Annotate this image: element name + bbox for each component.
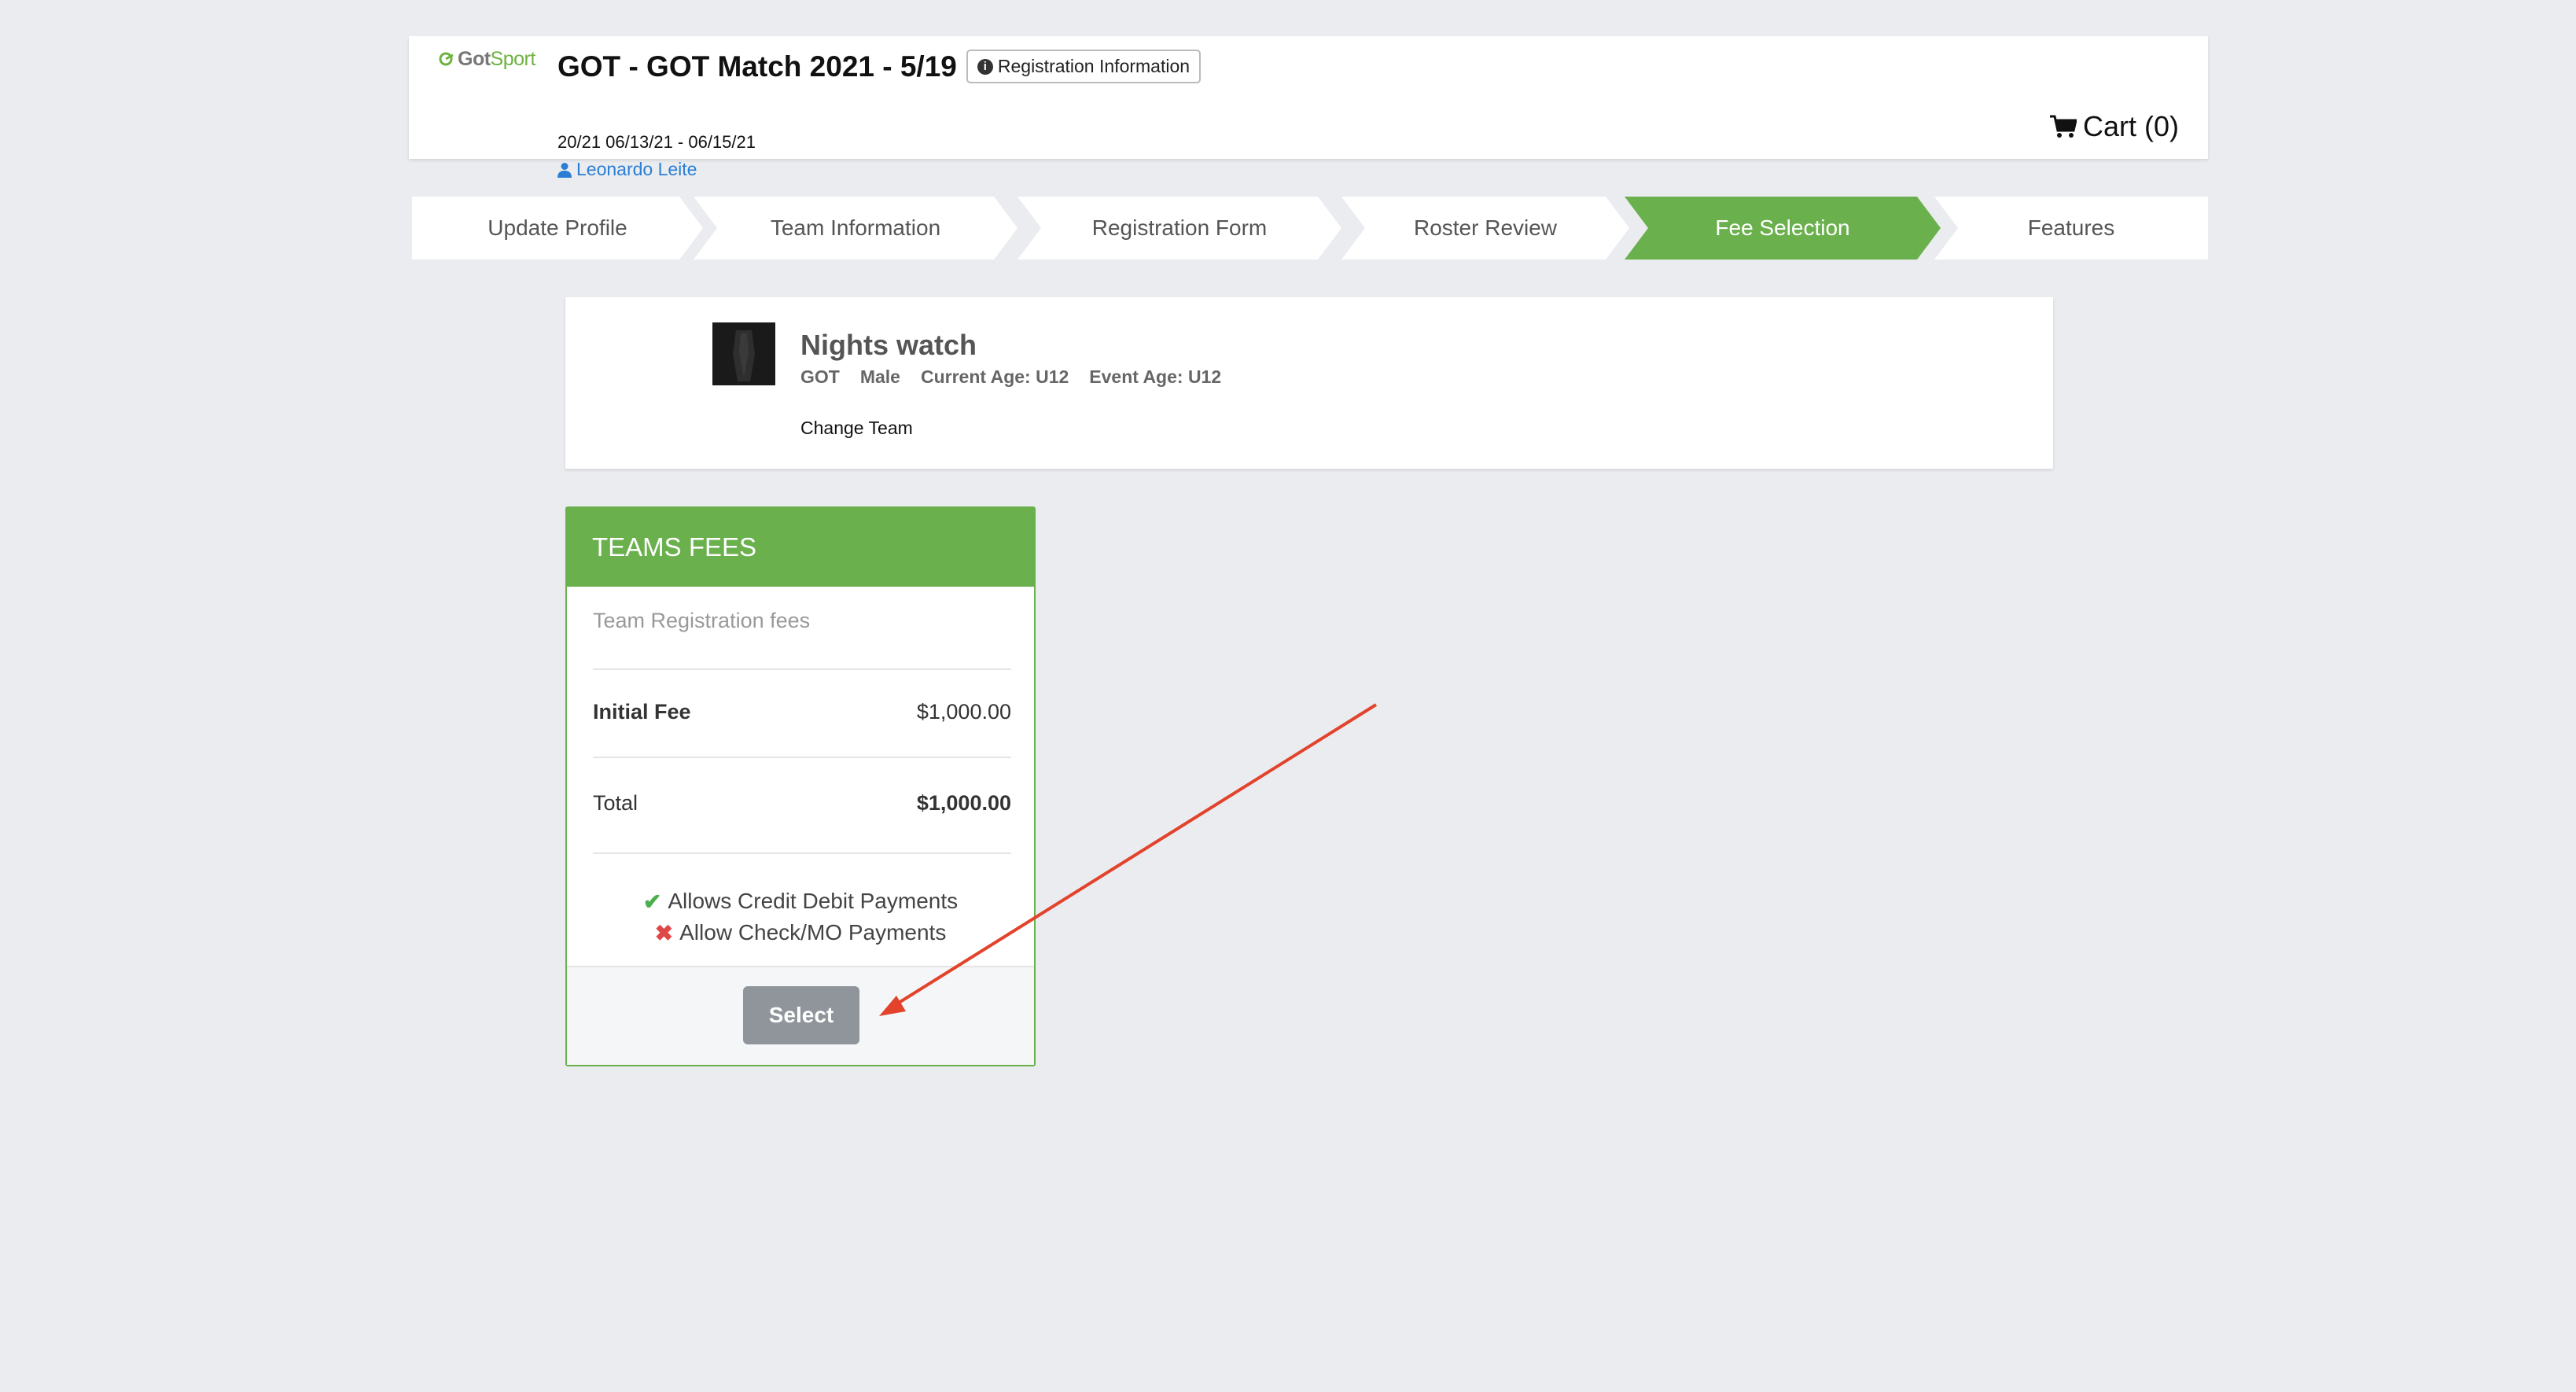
step-label: Roster Review	[1413, 215, 1558, 240]
step-label: Features	[2027, 215, 2115, 240]
checkmark-icon: ✔	[642, 889, 662, 914]
teams-fees-card: TEAMS FEES Team Registration fees Initia…	[565, 506, 1036, 1066]
fees-card-header: TEAMS FEES	[567, 508, 1034, 587]
step-label: Update Profile	[488, 215, 627, 240]
step-registration-form[interactable]: Registration Form	[1018, 197, 1341, 260]
divider	[593, 853, 1011, 854]
team-club: GOT	[800, 366, 840, 387]
step-roster-review[interactable]: Roster Review	[1341, 197, 1629, 260]
step-label: Team Information	[770, 215, 941, 240]
payment-methods: ✔ Allows Credit Debit Payments ✖ Allow C…	[567, 886, 1034, 948]
select-button[interactable]: Select	[743, 986, 859, 1044]
team-event-age: Event Age: U12	[1089, 366, 1222, 387]
team-meta: GOT Male Current Age: U12 Event Age: U12	[800, 366, 1221, 388]
initial-fee-value: $1,000.00	[916, 700, 1011, 724]
event-title: GOT - GOT Match 2021 - 5/19	[558, 50, 957, 83]
user-link[interactable]: Leonardo Leite	[558, 159, 697, 180]
step-label: Registration Form	[1091, 215, 1268, 240]
check-mo-payment-line: ✖ Allow Check/MO Payments	[567, 917, 1034, 948]
credit-debit-payment-line: ✔ Allows Credit Debit Payments	[567, 886, 1034, 917]
step-team-information[interactable]: Team Information	[694, 197, 1018, 260]
check-mo-label: Allow Check/MO Payments	[679, 920, 947, 945]
step-fee-selection[interactable]: Fee Selection	[1625, 197, 1941, 260]
event-dates: 20/21 06/13/21 - 06/15/21	[558, 132, 756, 152]
cross-icon: ✖	[654, 920, 674, 945]
team-card: Nights watch GOT Male Current Age: U12 E…	[565, 297, 2053, 469]
registration-steps: Update Profile Team Information Registra…	[412, 197, 2208, 260]
cart-label: Cart (0)	[2082, 110, 2179, 142]
team-gender: Male	[859, 366, 900, 387]
team-name: Nights watch	[800, 329, 977, 361]
shopping-cart-icon	[2049, 115, 2077, 138]
step-label: Fee Selection	[1715, 215, 1850, 240]
gotsport-logo[interactable]: Got Sport	[437, 46, 535, 72]
total-fee-row: Total $1,000.00	[593, 791, 1011, 816]
divider	[593, 668, 1011, 670]
team-logo-figure	[712, 322, 775, 385]
step-update-profile[interactable]: Update Profile	[412, 197, 703, 260]
event-title-row: GOT - GOT Match 2021 - 5/19 i Registrati…	[558, 50, 1202, 83]
fees-subtitle: Team Registration fees	[593, 609, 811, 632]
change-team-link[interactable]: Change Team	[800, 418, 913, 439]
logo-text-got: Got	[458, 47, 491, 70]
team-current-age: Current Age: U12	[920, 366, 1069, 387]
credit-debit-label: Allows Credit Debit Payments	[668, 889, 959, 913]
gotsport-logo-icon	[439, 52, 454, 66]
user-icon	[558, 162, 572, 178]
step-features[interactable]: Features	[1934, 197, 2208, 260]
divider	[593, 757, 1011, 758]
event-header: Got Sport GOT - GOT Match 2021 - 5/19 i R…	[409, 36, 2208, 179]
registration-information-label: Registration Information	[997, 56, 1190, 76]
team-logo-image	[712, 322, 775, 385]
page: Got Sport GOT - GOT Match 2021 - 5/19 i R…	[0, 0, 2576, 1392]
info-circle-icon: i	[977, 58, 993, 75]
initial-fee-row: Initial Fee $1,000.00	[593, 700, 1011, 724]
user-name: Leonardo Leite	[576, 159, 697, 179]
total-value: $1,000.00	[916, 791, 1011, 815]
fees-card-footer: Select	[567, 966, 1034, 1065]
logo-text-sport: Sport	[490, 47, 536, 70]
registration-information-button[interactable]: i Registration Information	[966, 50, 1202, 83]
cart-button[interactable]: Cart (0)	[2049, 110, 2179, 143]
initial-fee-label: Initial Fee	[593, 700, 691, 724]
total-label: Total	[593, 791, 638, 815]
